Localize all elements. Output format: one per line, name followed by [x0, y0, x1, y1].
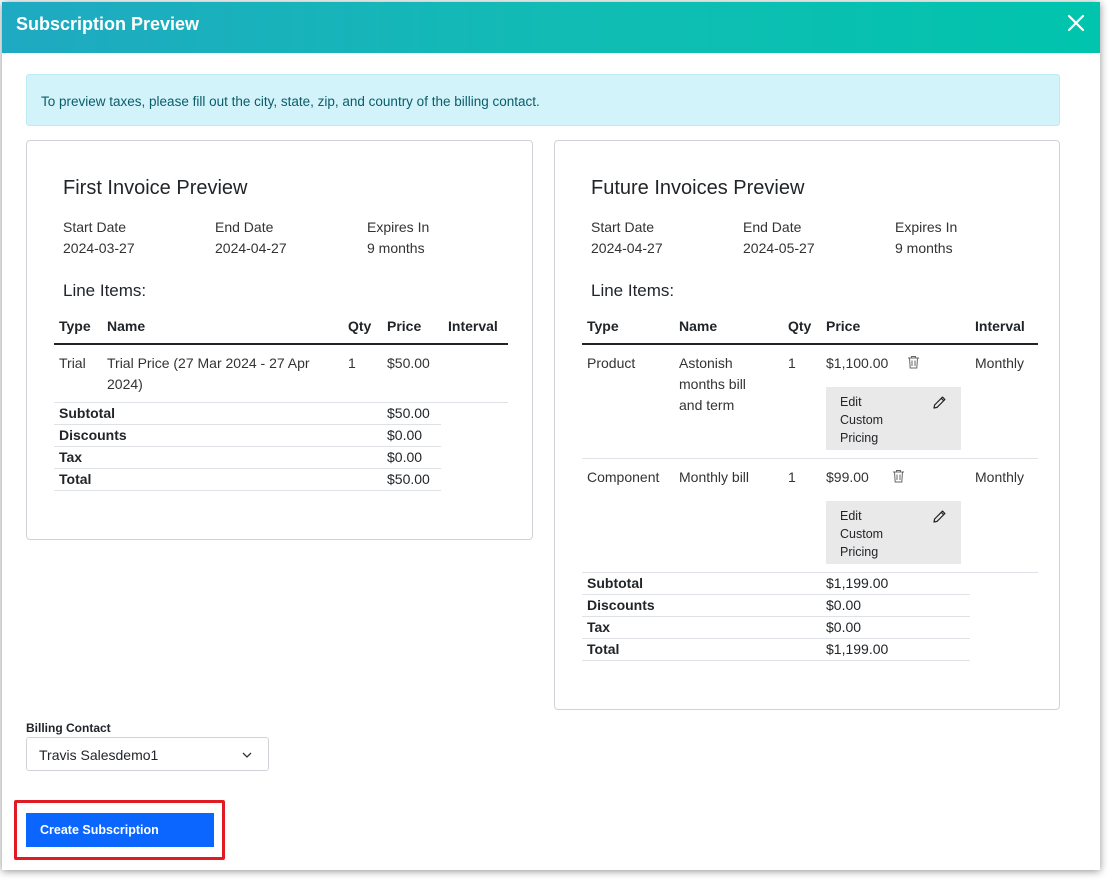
tax-value: $0.00	[826, 619, 862, 635]
expires-in-label: Expires In	[895, 219, 958, 235]
billing-contact-label: Billing Contact	[26, 721, 111, 735]
end-date-value: 2024-04-27	[215, 240, 287, 256]
pencil-icon	[933, 510, 946, 523]
start-date-label: Start Date	[63, 219, 127, 235]
subtotal-value: $1,199.00	[826, 575, 889, 591]
alert-text: To preview taxes, please fill out the ci…	[41, 94, 540, 109]
row-type: Trial	[59, 355, 86, 371]
edit-label-line1: Edit	[840, 509, 862, 523]
line-items-title: Line Items:	[591, 281, 675, 300]
edit-label-line2: Custom	[840, 413, 884, 427]
subtotal-value: $50.00	[387, 405, 430, 421]
summary-divider	[582, 660, 970, 661]
edit-custom-pricing-button[interactable]: Edit Custom Pricing	[826, 501, 961, 564]
column-header-price: Price	[387, 318, 422, 334]
pencil-icon	[933, 396, 946, 409]
row-type: Component	[587, 469, 660, 485]
card-title: Future Invoices Preview	[591, 177, 805, 199]
end-date-label: End Date	[743, 219, 802, 235]
tax-info-alert: To preview taxes, please fill out the ci…	[26, 74, 1060, 126]
edit-custom-pricing-button[interactable]: Edit Custom Pricing	[826, 387, 961, 450]
expires-in-value: 9 months	[367, 240, 425, 256]
row-divider	[54, 402, 508, 403]
column-header-name: Name	[107, 318, 146, 334]
column-header-type: Type	[587, 318, 619, 334]
column-header-type: Type	[59, 318, 91, 334]
subtotal-label: Subtotal	[59, 405, 115, 421]
first-invoice-card: First Invoice Preview Start Date 2024-03…	[26, 140, 533, 540]
card-title: First Invoice Preview	[63, 177, 248, 199]
total-label: Total	[59, 471, 92, 487]
edit-label-line2: Custom	[840, 527, 884, 541]
discounts-label: Discounts	[587, 597, 655, 613]
future-invoices-card: Future Invoices Preview Start Date 2024-…	[554, 140, 1060, 710]
start-date-value: 2024-04-27	[591, 240, 663, 256]
chevron-down-icon	[242, 752, 252, 758]
trash-icon[interactable]	[892, 469, 905, 483]
row-name-line1: Trial Price (27 Mar 2024 - 27 Apr	[107, 355, 310, 371]
row-name-line1: Monthly bill	[679, 469, 750, 485]
end-date-value: 2024-05-27	[743, 240, 815, 256]
row-divider	[582, 572, 1038, 573]
total-label: Total	[587, 641, 620, 657]
row-name-line2: 2024)	[107, 376, 143, 392]
subscription-preview-modal: Subscription Preview To preview taxes, p…	[2, 2, 1100, 870]
row-name-line1: Astonish	[679, 355, 733, 371]
row-name-line3: and term	[679, 397, 735, 413]
edit-custom-pricing-label: Edit Custom Pricing	[840, 507, 883, 561]
row-price: $50.00	[387, 355, 430, 371]
row-interval: Monthly	[975, 469, 1025, 485]
row-name-line2: months bill	[679, 376, 746, 392]
close-icon[interactable]	[1066, 12, 1086, 34]
total-value: $1,199.00	[826, 641, 889, 657]
expires-in-value: 9 months	[895, 240, 953, 256]
line-items-title: Line Items:	[63, 281, 147, 300]
edit-custom-pricing-label: Edit Custom Pricing	[840, 393, 883, 447]
column-header-interval: Interval	[975, 318, 1025, 334]
edit-label-line3: Pricing	[840, 431, 879, 445]
row-interval: Monthly	[975, 355, 1025, 371]
subtotal-label: Subtotal	[587, 575, 643, 591]
billing-contact-value: Travis Salesdemo1	[39, 747, 159, 763]
create-subscription-button[interactable]: Create Subscription	[26, 813, 214, 847]
row-price: $99.00	[826, 469, 869, 485]
tax-label: Tax	[587, 619, 611, 635]
column-header-qty: Qty	[788, 318, 812, 334]
summary-divider	[582, 638, 970, 639]
discounts-label: Discounts	[59, 427, 127, 443]
column-header-name: Name	[679, 318, 718, 334]
tax-label: Tax	[59, 449, 83, 465]
row-divider	[582, 458, 1038, 459]
column-header-interval: Interval	[448, 318, 498, 334]
summary-divider	[582, 616, 970, 617]
summary-divider	[54, 490, 441, 491]
start-date-value: 2024-03-27	[63, 240, 135, 256]
expires-in-label: Expires In	[367, 219, 430, 235]
table-header-divider	[582, 343, 1038, 345]
row-price: $1,100.00	[826, 355, 889, 371]
trash-icon[interactable]	[907, 355, 920, 369]
row-type: Product	[587, 355, 636, 371]
discounts-value: $0.00	[826, 597, 862, 613]
end-date-label: End Date	[215, 219, 274, 235]
edit-label-line3: Pricing	[840, 545, 879, 559]
row-qty: 1	[788, 469, 796, 485]
column-header-qty: Qty	[348, 318, 372, 334]
modal-header: Subscription Preview	[2, 2, 1100, 53]
total-value: $50.00	[387, 471, 430, 487]
billing-contact-select[interactable]: Travis Salesdemo1	[26, 737, 269, 771]
table-header-divider	[54, 343, 508, 345]
discounts-value: $0.00	[387, 427, 423, 443]
column-header-price: Price	[826, 318, 861, 334]
tax-value: $0.00	[387, 449, 423, 465]
row-qty: 1	[788, 355, 796, 371]
summary-divider	[54, 468, 441, 469]
edit-label-line1: Edit	[840, 395, 862, 409]
start-date-label: Start Date	[591, 219, 655, 235]
modal-title: Subscription Preview	[16, 14, 200, 34]
row-qty: 1	[348, 355, 356, 371]
summary-divider	[54, 446, 441, 447]
